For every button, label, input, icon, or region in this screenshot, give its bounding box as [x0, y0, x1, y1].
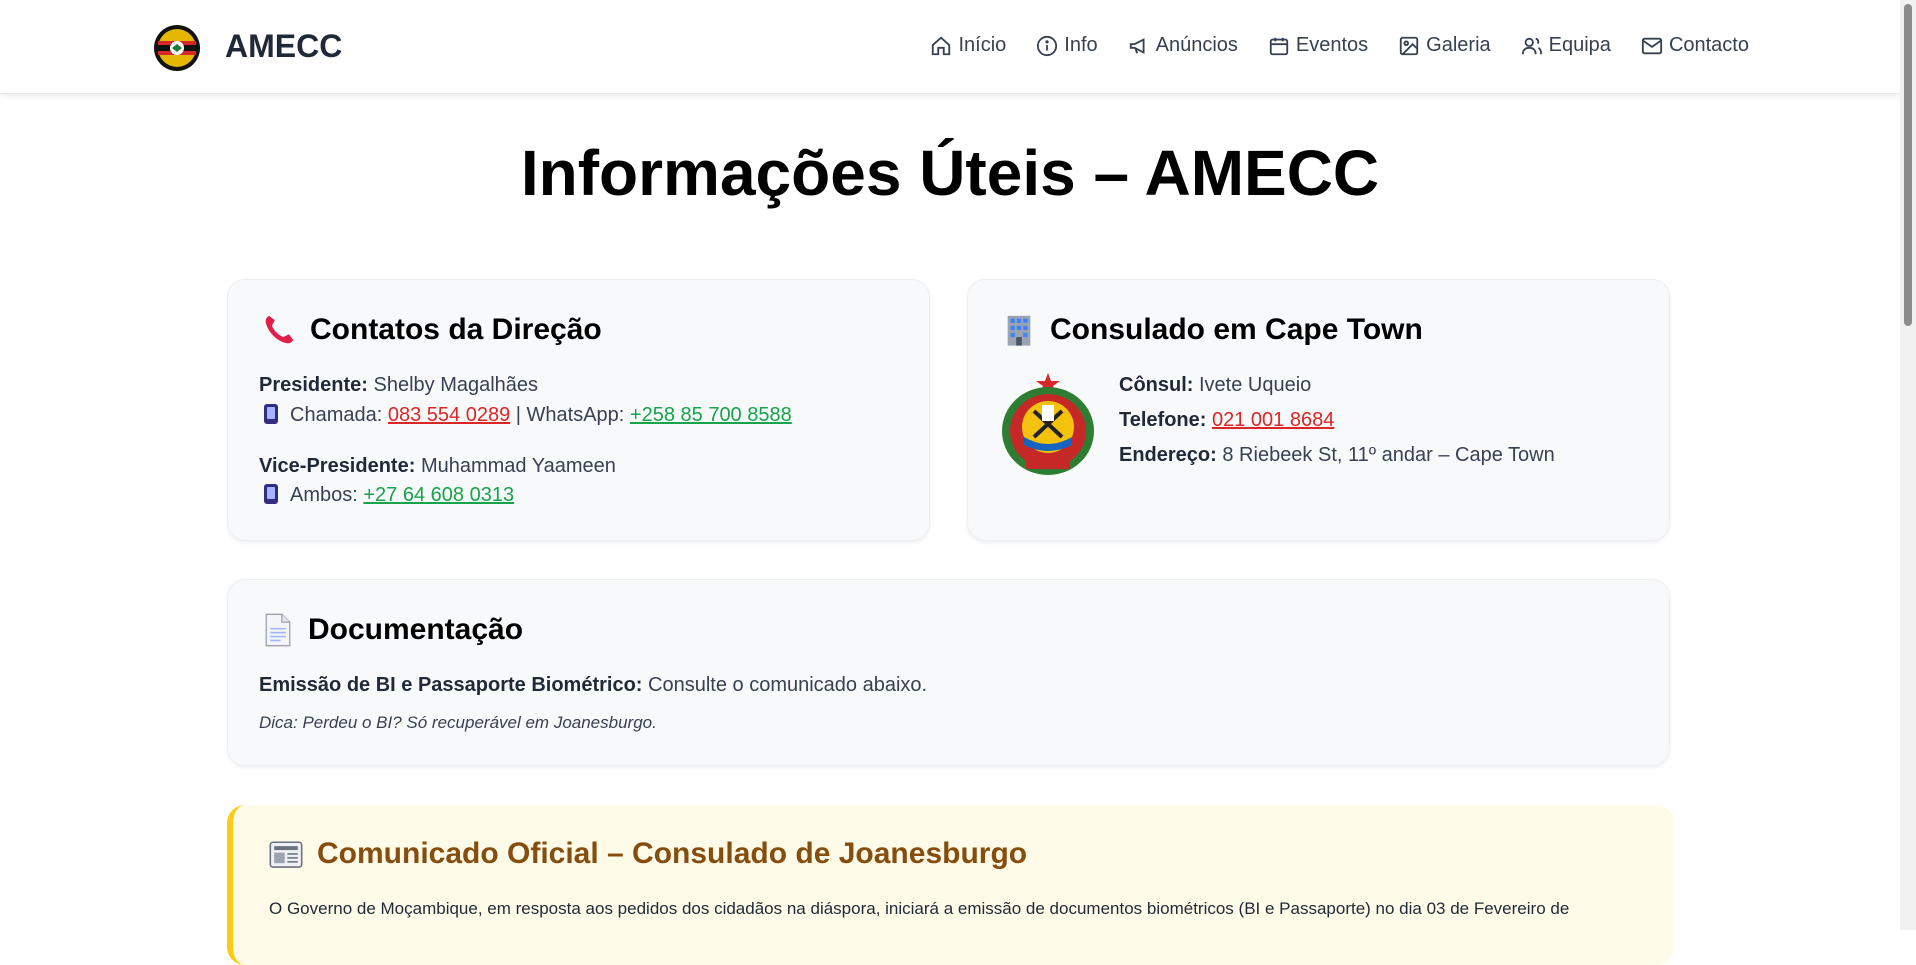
consulado-card: Consulado em Cape Town Cônsul: Ivete Uqu…: [967, 279, 1670, 541]
telefone-link[interactable]: 021 001 8684: [1212, 409, 1334, 431]
telephone-receiver-icon: [265, 315, 294, 344]
presidente-name: Shelby Magalhães: [373, 374, 539, 396]
home-icon: [932, 36, 951, 55]
info-icon: [1037, 35, 1058, 56]
consul-line: Cônsul: Ivete Uqueio: [1119, 374, 1312, 396]
site-header: AMECC Início Info Anúncios Eventos Galer…: [0, 0, 1900, 94]
vice-presidente-name: Muhammad Yaameen: [420, 455, 616, 477]
office-building-icon: [1007, 315, 1031, 346]
megaphone-icon: [1129, 37, 1145, 54]
newspaper-icon: [269, 841, 303, 868]
nav-item-inicio[interactable]: Início: [930, 34, 1006, 57]
document-icon: [265, 613, 291, 647]
presidente-line: Presidente: Shelby Magalhães: [259, 374, 539, 396]
nav-label: Contacto: [1668, 34, 1749, 56]
whatsapp-link[interactable]: +258 85 700 8588: [630, 404, 792, 426]
image-icon: [1400, 36, 1419, 55]
consul-name: Ivete Uqueio: [1199, 374, 1312, 396]
nav-item-equipa[interactable]: Equipa: [1521, 34, 1611, 57]
direcao-card: Contatos da Direção Presidente: Shelby M…: [227, 279, 930, 541]
scrollbar-thumb[interactable]: [1904, 4, 1912, 326]
chamada-link[interactable]: 083 554 0289: [388, 404, 510, 426]
vice-presidente-line: Vice-Presidente: Muhammad Yaameen: [259, 455, 616, 477]
presidente-contacts: Chamada: 083 554 0289 | WhatsApp: +258 8…: [264, 404, 792, 427]
nav-label: Anúncios: [1155, 34, 1238, 56]
nav-label: Info: [1064, 34, 1098, 56]
emissao-line: Emissão de BI e Passaporte Biométrico: C…: [259, 674, 928, 696]
nav-label: Galeria: [1426, 34, 1491, 56]
nav-item-galeria[interactable]: Galeria: [1398, 34, 1491, 57]
nav-item-anuncios[interactable]: Anúncios: [1128, 34, 1238, 57]
emissao-value: Consulte o comunicado abaixo.: [648, 674, 928, 696]
mozambique-emblem-icon: [1002, 373, 1094, 475]
nav-label: Início: [958, 34, 1007, 56]
endereco-value: 8 Riebeek St, 11º andar – Cape Town: [1222, 444, 1555, 466]
direcao-title: Contatos da Direção: [262, 313, 602, 347]
nav-item-eventos[interactable]: Eventos: [1268, 34, 1368, 57]
comunicado-title: Comunicado Oficial – Consulado de Joanes…: [269, 837, 1027, 871]
comunicado-card: Comunicado Oficial – Consulado de Joanes…: [227, 805, 1674, 965]
mobile-phone-icon: [264, 484, 278, 504]
nav-item-contacto[interactable]: Contacto: [1641, 34, 1749, 57]
comunicado-text: O Governo de Moçambique, em resposta aos…: [269, 899, 1570, 918]
calendar-icon: [1269, 37, 1289, 55]
nav-label: Equipa: [1548, 34, 1611, 56]
users-icon: [1521, 37, 1542, 54]
amecc-logo-icon[interactable]: [153, 24, 201, 72]
endereco-line: Endereço: 8 Riebeek St, 11º andar – Cape…: [1119, 444, 1555, 466]
documentacao-title: Documentação: [262, 613, 523, 647]
mobile-phone-icon: [264, 404, 278, 424]
consulado-title: Consulado em Cape Town: [1002, 313, 1423, 347]
page-title: Informações Úteis – AMECC: [520, 137, 1380, 209]
telefone-line: Telefone: 021 001 8684: [1119, 409, 1335, 431]
nav-label: Eventos: [1295, 34, 1369, 56]
documentacao-card: Documentação Emissão de BI e Passaporte …: [227, 579, 1670, 766]
mail-icon: [1641, 37, 1663, 54]
scrollbar[interactable]: [1900, 0, 1916, 930]
main-nav: Início Info Anúncios Eventos Galeria Equ…: [930, 34, 1749, 57]
documentacao-tip: Dica: Perdeu o BI? Só recuperável em Joa…: [259, 713, 657, 732]
vice-presidente-contacts: Ambos: +27 64 608 0313: [264, 484, 514, 507]
nav-item-info[interactable]: Info: [1036, 34, 1098, 57]
brand-name[interactable]: AMECC: [225, 28, 342, 65]
ambos-link[interactable]: +27 64 608 0313: [363, 484, 514, 506]
